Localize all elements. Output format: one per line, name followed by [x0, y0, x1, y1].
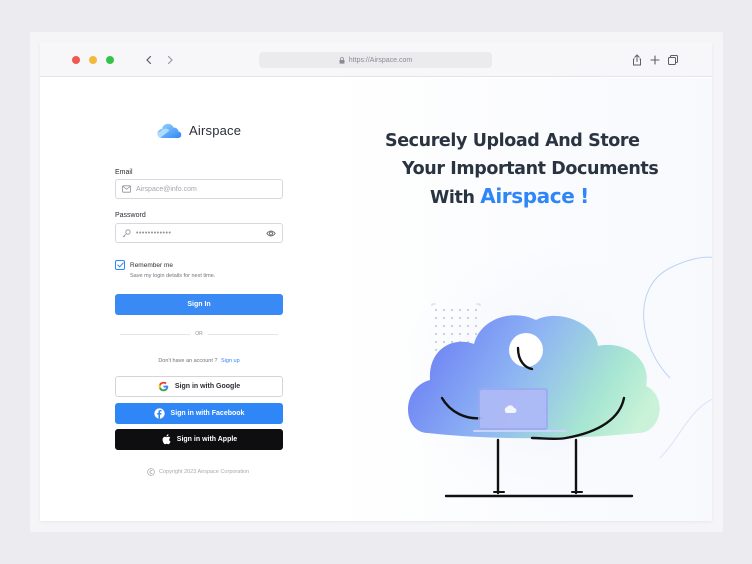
lock-icon: [339, 56, 345, 64]
google-signin-button[interactable]: Sign in with Google: [115, 376, 283, 397]
sign-in-label: Sign In: [187, 301, 211, 308]
address-bar[interactable]: https://Airspace.com: [259, 52, 492, 68]
email-label: Email: [115, 169, 133, 176]
cloud-logo-icon: [157, 123, 182, 138]
password-value: ••••••••••••: [136, 229, 172, 237]
google-signin-label: Sign in with Google: [174, 383, 241, 390]
hero-line-3: With Airspace !: [430, 184, 589, 208]
key-icon: [122, 228, 131, 237]
browser-window: https://Airspace.com Airspace Email Airs…: [40, 42, 712, 521]
plus-icon[interactable]: [648, 53, 662, 67]
forward-arrow-icon[interactable]: [162, 51, 178, 69]
eye-icon[interactable]: [266, 229, 276, 238]
remember-checkbox[interactable]: [115, 260, 125, 270]
maximize-window-button[interactable]: [106, 56, 114, 64]
page-content: Airspace Email Airspace@info.com Passwor…: [40, 78, 712, 521]
email-field[interactable]: Airspace@info.com: [115, 179, 283, 199]
browser-titlebar: https://Airspace.com: [40, 42, 712, 77]
remember-sublabel: Save my login details for next time.: [130, 273, 216, 279]
apple-icon: [162, 434, 171, 445]
copyright-icon: [147, 468, 155, 476]
password-label: Password: [115, 212, 146, 219]
hero-brand-name: Airspace: [480, 184, 575, 208]
share-icon[interactable]: [630, 53, 644, 67]
minimize-window-button[interactable]: [89, 56, 97, 64]
apple-signin-label: Sign in with Apple: [176, 436, 238, 443]
tabs-icon[interactable]: [666, 53, 680, 67]
apple-signin-button[interactable]: Sign in with Apple: [115, 429, 283, 450]
email-placeholder: Airspace@info.com: [136, 185, 197, 193]
facebook-icon: [153, 408, 165, 419]
facebook-signin-label: Sign in with Facebook: [170, 410, 245, 417]
brand-name: Airspace: [189, 123, 242, 138]
no-account-text: Don't have an account ?: [158, 358, 218, 364]
hero-exclamation: !: [580, 184, 589, 208]
hero-line-2: Your Important Documents: [402, 159, 659, 179]
divider-or-text: OR: [190, 331, 208, 337]
copyright-footer: Copyright 2023 Airspace Corporation: [147, 468, 249, 476]
remember-label: Remember me: [130, 261, 173, 269]
copyright-text: Copyright 2023 Airspace Corporation: [159, 469, 250, 475]
password-field[interactable]: ••••••••••••: [115, 223, 283, 243]
cloud-character-illustration: [400, 238, 712, 518]
hero-line-3-prefix: With: [430, 188, 475, 208]
hero-line-1: Securely Upload And Store: [385, 131, 640, 151]
remember-me-row[interactable]: Remember me: [115, 260, 173, 270]
mail-icon: [122, 185, 131, 193]
sign-in-button[interactable]: Sign In: [115, 294, 283, 315]
close-window-button[interactable]: [72, 56, 80, 64]
google-icon: [158, 381, 169, 392]
brand-logo[interactable]: Airspace: [157, 122, 241, 139]
url-text: https://Airspace.com: [348, 56, 413, 64]
signup-prompt: Don't have an account ? Sign up: [115, 358, 283, 364]
signup-link[interactable]: Sign up: [221, 358, 240, 364]
facebook-signin-button[interactable]: Sign in with Facebook: [115, 403, 283, 424]
check-icon: [116, 262, 124, 268]
back-arrow-icon[interactable]: [141, 51, 157, 69]
